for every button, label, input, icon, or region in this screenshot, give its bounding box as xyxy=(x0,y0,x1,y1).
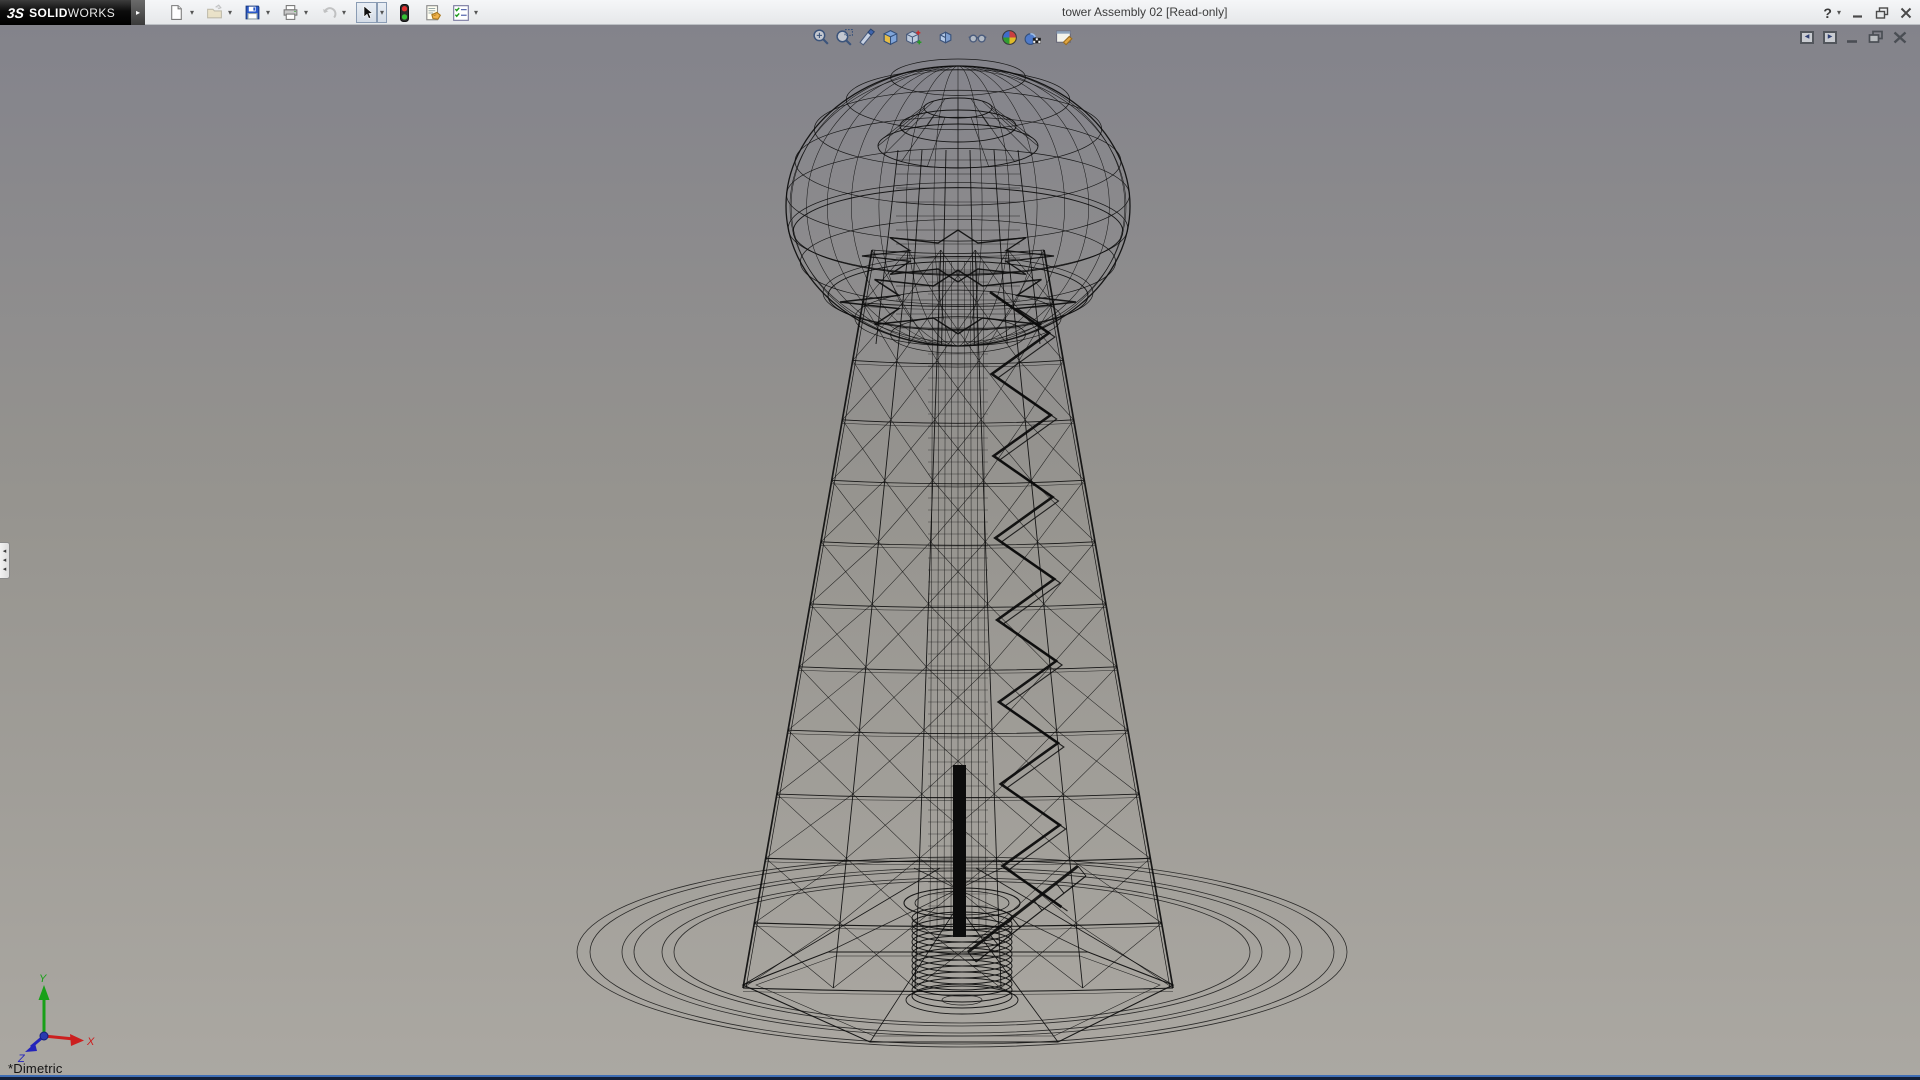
options-icon xyxy=(452,4,470,22)
main-toolbar: ▾ ▾ ▾ ▾ xyxy=(166,0,481,25)
model-wireframe-tower xyxy=(0,25,1920,1080)
undo-dropdown[interactable]: ▾ xyxy=(339,2,349,23)
close-button[interactable] xyxy=(1900,7,1912,19)
collapse-arrow-icon: ◂ xyxy=(3,547,7,556)
title-bar: 3S SOLIDWORKS ▸ ▾ ▾ ▾ xyxy=(0,0,1920,25)
standard-views-button[interactable] xyxy=(902,27,925,48)
next-window-button[interactable]: ▶ xyxy=(1823,31,1837,44)
dassault-logo-mark: 3S xyxy=(6,5,25,21)
select-button[interactable] xyxy=(356,2,377,23)
new-document-icon xyxy=(168,4,185,21)
taskbar-edge xyxy=(0,1075,1920,1080)
view-orientation-label: *Dimetric xyxy=(8,1061,63,1076)
restore-button[interactable] xyxy=(1875,7,1889,19)
edit-appearance-button[interactable] xyxy=(998,27,1021,48)
print-button[interactable] xyxy=(280,2,301,23)
doc-restore-button[interactable] xyxy=(1868,30,1884,44)
hide-show-items-button[interactable] xyxy=(966,27,989,48)
graphics-area[interactable]: ◀ ▶ ◂ ◂ ◂ Y X Z *Dimetric xyxy=(0,25,1920,1080)
doc-close-button[interactable] xyxy=(1893,31,1907,44)
heads-up-toolbar xyxy=(810,27,1076,48)
view-settings-button[interactable] xyxy=(1053,27,1076,48)
hide-show-items-glasses-icon xyxy=(968,28,987,47)
triad-x-label: X xyxy=(86,1036,95,1048)
help-dropdown[interactable]: ▾ xyxy=(1837,8,1841,17)
solidworks-logo: 3S SOLIDWORKS xyxy=(0,0,131,25)
titlebar-window-controls: ? ▾ xyxy=(1823,0,1912,25)
open-icon xyxy=(206,4,223,21)
open-dropdown[interactable]: ▾ xyxy=(225,2,235,23)
brand-name-solid: SOLID xyxy=(29,6,68,20)
apply-scene-button[interactable] xyxy=(1021,27,1044,48)
feature-panel-collapse-tab[interactable]: ◂ ◂ ◂ xyxy=(0,542,10,579)
print-icon xyxy=(282,4,299,21)
rebuild-traffic-light-icon xyxy=(397,4,412,22)
options-dropdown[interactable]: ▾ xyxy=(471,2,481,23)
save-icon xyxy=(244,4,261,21)
document-window-controls: ◀ ▶ xyxy=(1800,30,1907,44)
save-button[interactable] xyxy=(242,2,263,23)
open-button[interactable] xyxy=(204,2,225,23)
file-properties-icon xyxy=(424,4,442,22)
doc-minimize-button[interactable] xyxy=(1846,31,1859,44)
brand-name-works: WORKS xyxy=(68,6,115,20)
view-orientation-button[interactable] xyxy=(879,27,902,48)
view-settings-icon xyxy=(1055,28,1074,47)
display-style-icon xyxy=(936,28,955,47)
display-style-button[interactable] xyxy=(934,27,957,48)
zoom-to-fit-icon xyxy=(812,28,831,47)
apply-scene-icon xyxy=(1023,28,1042,47)
triad-y-label: Y xyxy=(39,973,47,985)
help-button[interactable]: ? xyxy=(1823,5,1832,21)
file-properties-button[interactable] xyxy=(422,2,443,23)
minimize-icon xyxy=(1852,7,1864,19)
undo-button[interactable] xyxy=(318,2,339,23)
window-title: tower Assembly 02 [Read-only] xyxy=(1062,0,1227,25)
select-cursor-icon xyxy=(359,5,375,21)
zoom-to-area-icon xyxy=(835,28,854,47)
menu-flyout-arrow[interactable]: ▸ xyxy=(131,0,145,25)
orientation-triad: Y X Z xyxy=(16,972,100,1064)
undo-icon xyxy=(320,4,338,22)
doc-restore-icon xyxy=(1868,30,1884,44)
print-dropdown[interactable]: ▾ xyxy=(301,2,311,23)
collapse-arrow-icon: ◂ xyxy=(3,556,7,565)
zoom-to-fit-button[interactable] xyxy=(810,27,833,48)
collapse-arrow-icon: ◂ xyxy=(3,565,7,574)
close-icon xyxy=(1900,7,1912,19)
new-document-dropdown[interactable]: ▾ xyxy=(187,2,197,23)
minimize-button[interactable] xyxy=(1852,7,1864,19)
save-dropdown[interactable]: ▾ xyxy=(263,2,273,23)
doc-minimize-icon xyxy=(1846,31,1859,44)
restore-icon xyxy=(1875,7,1889,19)
view-orientation-icon xyxy=(881,28,900,47)
previous-window-button[interactable]: ◀ xyxy=(1800,31,1814,44)
section-view-icon xyxy=(858,28,877,47)
options-button[interactable] xyxy=(450,2,471,23)
section-view-button[interactable] xyxy=(856,27,879,48)
zoom-to-area-button[interactable] xyxy=(833,27,856,48)
doc-close-icon xyxy=(1893,31,1907,44)
select-dropdown[interactable]: ▾ xyxy=(377,2,387,23)
standard-views-icon xyxy=(904,28,923,47)
new-document-button[interactable] xyxy=(166,2,187,23)
rebuild-button[interactable] xyxy=(394,2,415,23)
edit-appearance-icon xyxy=(1000,28,1019,47)
